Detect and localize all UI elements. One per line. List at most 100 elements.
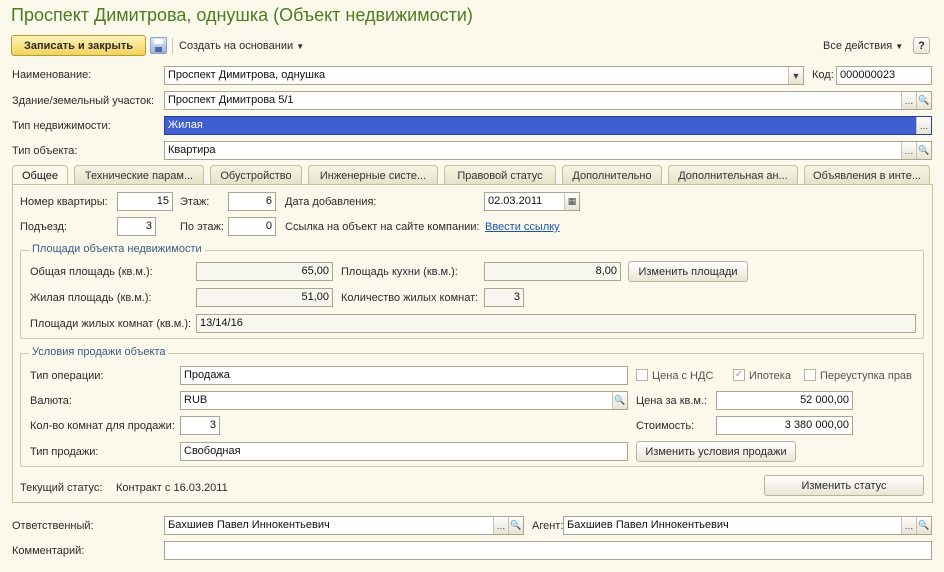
site-link-label: Ссылка на объект на сайте компании: [285,221,480,233]
agent-input[interactable]: Бахшиев Павел Иннокентьевич … 🔍 [563,516,932,535]
chevron-down-icon: ▼ [791,70,801,81]
op-type-label: Тип операции: [30,370,104,382]
estate-type-label: Тип недвижимости: [12,120,111,132]
ellipsis-icon: … [919,120,929,131]
currency-input[interactable]: RUB 🔍 [180,391,628,410]
entrance-label: Подъезд: [20,221,67,233]
building-value: Проспект Димитрова 5/1 [168,94,294,106]
tab-additional[interactable]: Дополнительно [562,165,662,185]
object-type-input[interactable]: Квартира … 🔍 [164,141,932,160]
date-added-input[interactable]: 02.03.2011 ▦ [484,192,580,211]
name-value: Проспект Димитрова, однушка [168,69,326,81]
assign-rights-checkbox[interactable] [804,369,816,381]
all-actions-menu[interactable]: Все действия ▼ [823,40,903,52]
code-label: Код: [812,69,834,81]
select-button[interactable]: … [901,517,916,534]
comment-input[interactable] [164,541,932,560]
cost-label: Стоимость: [636,420,695,432]
change-status-button[interactable]: Изменить статус [764,475,924,496]
building-label: Здание/земельный участок: [12,95,155,107]
ellipsis-icon: … [904,520,914,531]
object-type-value: Квартира [168,144,216,156]
page-title: Проспект Димитрова, однушка (Объект недв… [11,5,473,25]
object-type-label: Тип объекта: [12,145,78,157]
save-icon[interactable] [150,37,167,54]
tab-general[interactable]: Общее [12,165,68,186]
vat-checkbox[interactable] [636,369,648,381]
select-button[interactable]: … [916,117,931,134]
checkmark-icon: ✓ [734,369,744,380]
calendar-button[interactable]: ▦ [564,193,579,210]
responsible-input[interactable]: Бахшиев Павел Иннокентьевич … 🔍 [164,516,524,535]
rooms-count-input[interactable]: 3 [484,288,524,307]
help-button[interactable]: ? [913,37,930,54]
living-area-label: Жилая площадь (кв.м.): [30,292,152,304]
change-sale-terms-button[interactable]: Изменить условия продажи [636,441,796,462]
responsible-label: Ответственный: [12,520,94,532]
status-label: Текущий статус: [20,482,103,494]
price-sqm-input[interactable]: 52 000,00 [716,391,853,410]
op-type-input[interactable]: Продажа [180,366,628,385]
room-areas-input[interactable]: 13/14/16 [196,314,916,333]
magnifier-icon: 🔍 [510,520,522,530]
total-area-label: Общая площадь (кв.м.): [30,266,153,278]
tab-additional-analytics[interactable]: Дополнительная ан... [668,165,798,185]
open-button[interactable]: 🔍 [916,517,931,534]
chevron-down-icon: ▼ [296,42,305,51]
mortgage-checkbox[interactable]: ✓ [733,369,745,381]
change-areas-button[interactable]: Изменить площади [628,261,748,282]
areas-group-title: Площади объекта недвижимости [29,243,205,255]
sale-group-title: Условия продажи объекта [29,346,169,358]
sale-type-label: Тип продажи: [30,446,99,458]
chevron-down-icon: ▼ [895,42,904,51]
enter-link[interactable]: Ввести ссылку [485,221,560,233]
currency-value: RUB [184,394,208,406]
tab-legal-status[interactable]: Правовой статус [444,165,556,185]
kitchen-area-input[interactable]: 8,00 [484,262,621,281]
select-button[interactable]: … [901,142,916,159]
magnifier-icon: 🔍 [918,145,930,155]
apt-no-input[interactable]: 15 [117,192,173,211]
tab-technical[interactable]: Технические парам... [74,165,204,185]
sale-type-input[interactable]: Свободная [180,442,628,461]
dropdown-button[interactable]: ▼ [788,67,803,84]
tab-online-ads[interactable]: Объявления в инте... [804,165,930,185]
mortgage-label: Ипотека [749,370,791,382]
open-button[interactable]: 🔍 [916,142,931,159]
ellipsis-icon: … [904,145,914,156]
currency-label: Валюта: [30,395,72,407]
floor-input[interactable]: 6 [228,192,276,211]
cost-input[interactable]: 3 380 000,00 [716,416,853,435]
select-button[interactable]: … [901,92,916,109]
save-and-close-button[interactable]: Записать и закрыть [11,35,146,56]
tab-engineering[interactable]: Инженерные систе... [308,165,438,185]
code-input[interactable]: 000000023 [836,66,932,85]
living-area-input[interactable]: 51,00 [196,288,333,307]
name-input[interactable]: Проспект Димитрова, однушка ▼ [164,66,804,85]
price-sqm-label: Цена за кв.м.: [636,395,708,407]
room-areas-label: Площади жилых комнат (кв.м.): [30,318,192,330]
open-button[interactable]: 🔍 [916,92,931,109]
name-label: Наименование: [12,69,92,81]
apt-no-label: Номер квартиры: [20,196,108,208]
create-based-on-menu[interactable]: Создать на основании ▼ [179,40,304,52]
ellipsis-icon: … [904,95,914,106]
agent-value: Бахшиев Павел Иннокентьевич [567,519,729,531]
total-area-input[interactable]: 65,00 [196,262,333,281]
floors-input[interactable]: 0 [228,217,276,236]
building-input[interactable]: Проспект Димитрова 5/1 … 🔍 [164,91,932,110]
entrance-input[interactable]: 3 [117,217,156,236]
all-actions-label: Все действия [823,40,893,52]
rooms-sale-input[interactable]: 3 [180,416,220,435]
assign-rights-label: Переуступка прав [820,370,912,382]
select-button[interactable]: … [493,517,508,534]
tab-amenities[interactable]: Обустройство [210,165,302,185]
vat-label: Цена с НДС [652,370,714,382]
date-added-value: 02.03.2011 [488,195,543,207]
estate-type-value: Жилая [168,119,203,131]
estate-type-input[interactable]: Жилая … [164,116,932,135]
magnifier-icon: 🔍 [918,95,930,105]
open-button[interactable]: 🔍 [612,392,627,409]
floor-label: Этаж: [180,196,210,208]
open-button[interactable]: 🔍 [508,517,523,534]
